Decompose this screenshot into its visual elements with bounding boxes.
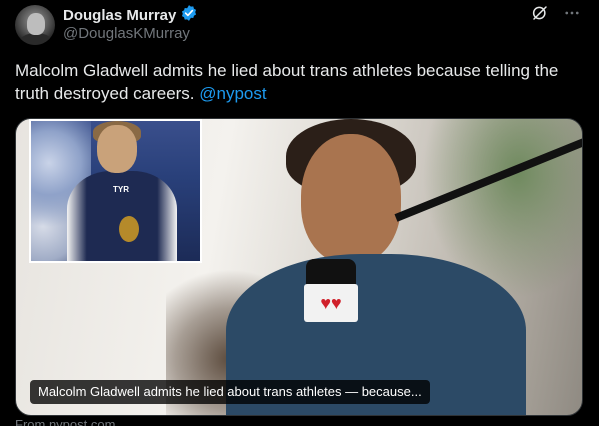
media-card[interactable]: ♥♥ TYR Malcolm Gladwell admits he lied a…	[15, 118, 583, 416]
grok-icon[interactable]	[531, 4, 549, 27]
author-handle[interactable]: @DouglasKMurray	[63, 25, 190, 42]
author-display-name[interactable]: Douglas Murray	[63, 7, 176, 24]
medal	[119, 216, 139, 242]
mic-flag-logo: ♥♥	[304, 284, 358, 322]
inset-logo-text: TYR	[113, 185, 129, 194]
more-icon[interactable]	[563, 4, 581, 27]
verified-badge-icon	[180, 4, 198, 27]
card-source[interactable]: From nypost.com	[15, 417, 115, 426]
man-face	[301, 134, 401, 264]
inset-photo: TYR	[29, 119, 202, 263]
mention-link[interactable]: @nypost	[199, 84, 266, 103]
tweet-body-text: Malcolm Gladwell admits he lied about tr…	[15, 61, 559, 103]
tweet-post: Douglas Murray @DouglasKMurray Malcolm G…	[0, 0, 599, 426]
author-avatar[interactable]	[15, 5, 55, 45]
tweet-text: Malcolm Gladwell admits he lied about tr…	[15, 59, 587, 105]
author-name-row: Douglas Murray	[63, 4, 198, 27]
media-caption[interactable]: Malcolm Gladwell admits he lied about tr…	[30, 380, 430, 404]
tweet-top-actions	[531, 4, 581, 27]
